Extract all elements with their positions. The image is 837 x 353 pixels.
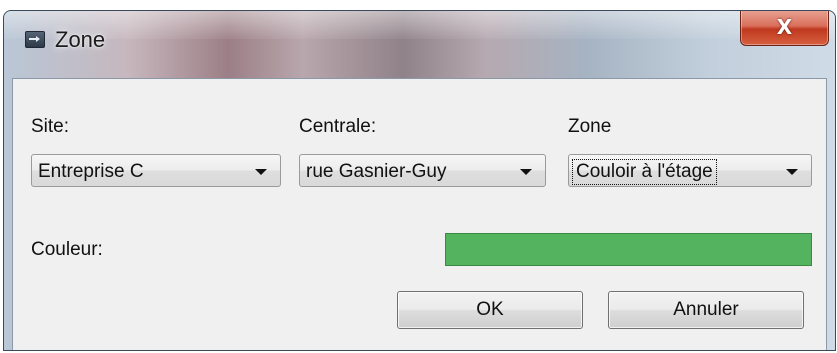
site-label: Site: <box>31 116 70 137</box>
zone-select[interactable]: Couloir à l'étage <box>568 154 812 187</box>
cancel-button[interactable]: Annuler <box>608 291 804 329</box>
chevron-down-icon <box>255 169 267 175</box>
chevron-down-icon <box>786 169 798 175</box>
centrale-select[interactable]: rue Gasnier-Guy <box>299 154 546 187</box>
chevron-down-icon <box>520 169 532 175</box>
dialog-body: Site: Centrale: Zone Entreprise C rue Ga… <box>12 78 827 350</box>
dialog-window: Zone X Site: Centrale: Zone Entreprise C… <box>3 10 836 351</box>
color-swatch[interactable] <box>445 233 812 266</box>
site-select-value: Entreprise C <box>38 161 144 182</box>
ok-button[interactable]: OK <box>397 291 583 329</box>
title-bar[interactable]: Zone X <box>4 11 835 78</box>
close-icon: X <box>776 15 793 39</box>
zone-label: Zone <box>568 116 612 137</box>
site-select[interactable]: Entreprise C <box>31 154 281 187</box>
close-button[interactable]: X <box>740 11 829 46</box>
color-label: Couleur: <box>31 239 103 260</box>
centrale-label: Centrale: <box>299 116 377 137</box>
zone-select-value: Couloir à l'étage <box>572 159 717 185</box>
app-icon <box>25 31 45 48</box>
window-title: Zone <box>55 27 106 52</box>
centrale-select-value: rue Gasnier-Guy <box>306 161 447 182</box>
